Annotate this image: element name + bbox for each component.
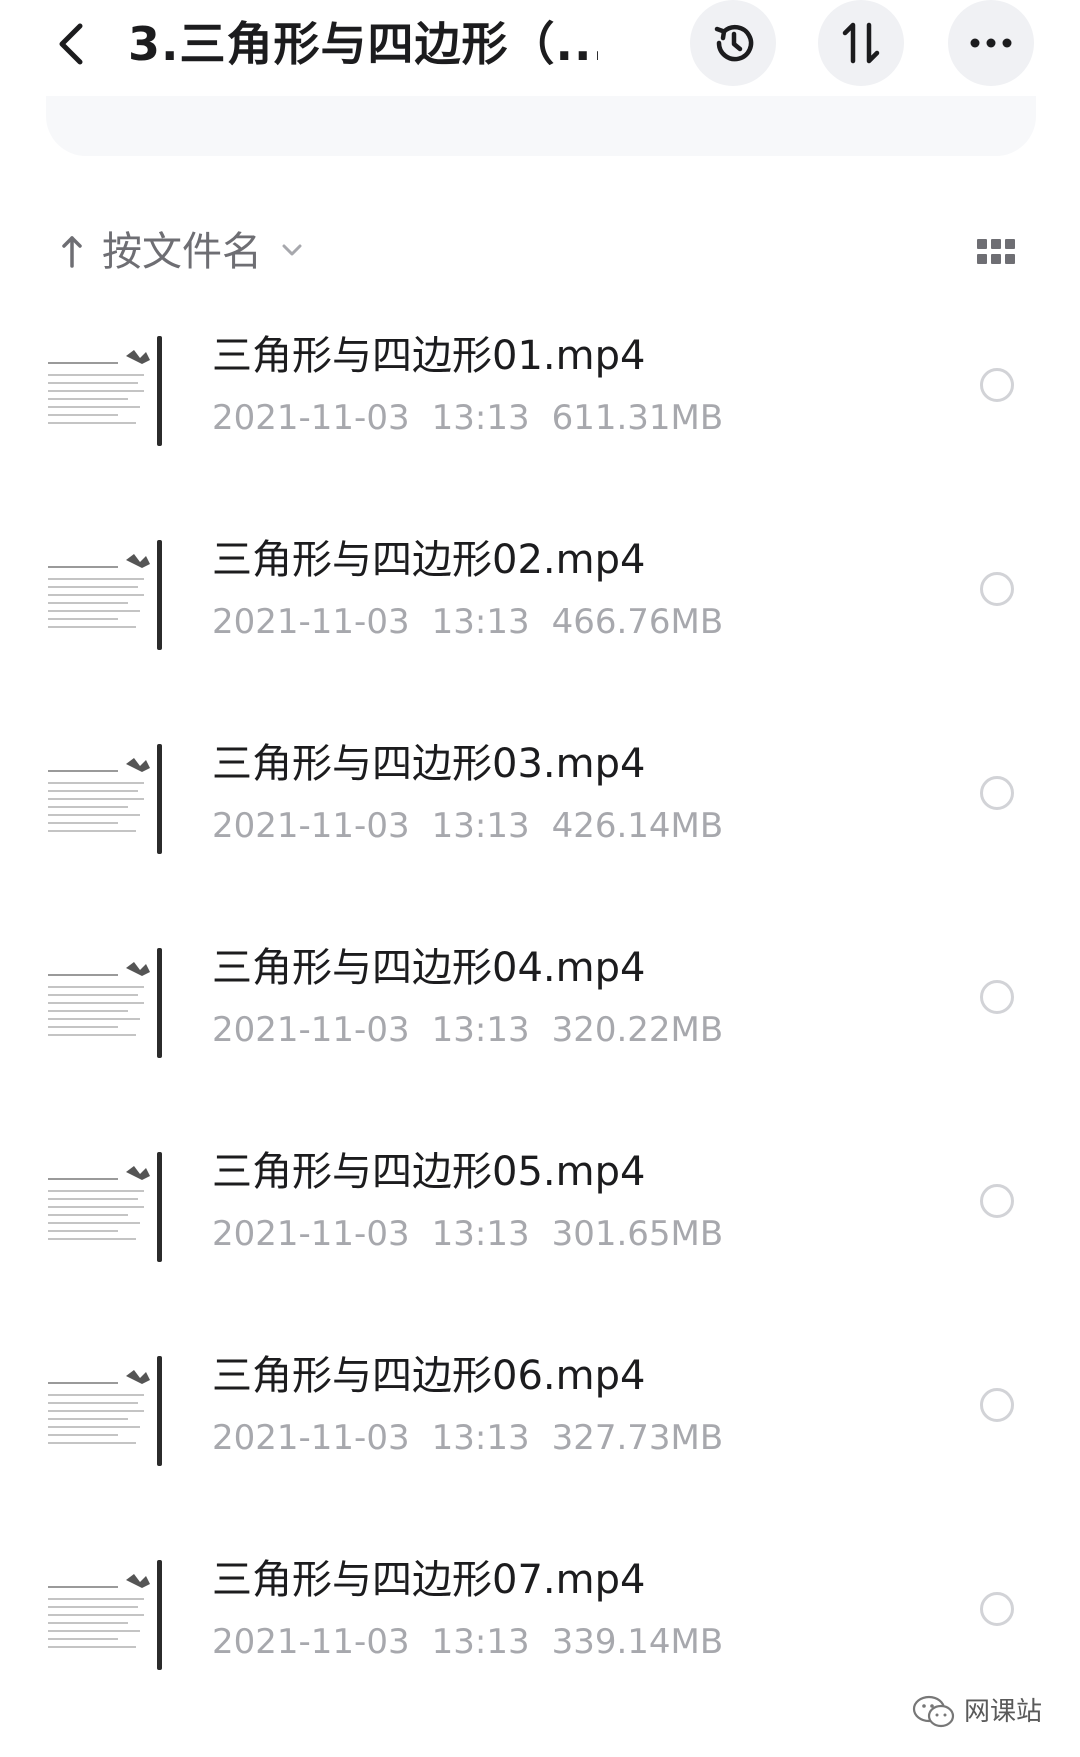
page-title: 3.三角形与四边形（... [128, 17, 598, 71]
video-thumbnail [46, 1356, 164, 1466]
video-thumbnail [46, 1560, 164, 1670]
file-meta: 2021-11-03 13:13 327.73MB [212, 1414, 745, 1462]
sort-dropdown[interactable] [276, 234, 308, 266]
file-size: 301.65MB [551, 1214, 724, 1254]
document-preview-icon [48, 962, 150, 1036]
more-button[interactable] [948, 0, 1034, 86]
chevron-left-icon [59, 23, 83, 65]
file-name: 三角形与四边形06.mp4 [212, 1353, 646, 1399]
file-name: 三角形与四边形01.mp4 [212, 333, 646, 379]
document-preview-icon [48, 1574, 150, 1648]
video-thumbnail [46, 948, 164, 1058]
wechat-icon [912, 1695, 955, 1728]
search-card[interactable] [46, 96, 1036, 156]
select-checkbox[interactable] [980, 368, 1014, 402]
file-meta: 2021-11-03 13:13 339.14MB [212, 1618, 745, 1666]
file-meta: 2021-11-03 13:13 466.76MB [212, 598, 745, 646]
more-horizontal-icon [970, 38, 1012, 48]
file-size: 339.14MB [551, 1622, 724, 1662]
select-checkbox[interactable] [980, 776, 1014, 810]
file-name: 三角形与四边形05.mp4 [212, 1149, 646, 1195]
file-name: 三角形与四边形04.mp4 [212, 945, 646, 991]
file-size: 320.22MB [551, 1010, 724, 1050]
file-row[interactable]: 三角形与四边形02.mp4 2021-11-03 13:13 466.76MB [0, 522, 1080, 726]
select-checkbox[interactable] [980, 1592, 1014, 1626]
file-time: 13:13 [431, 1010, 530, 1050]
sort-direction-button[interactable] [56, 230, 88, 274]
file-row[interactable]: 三角形与四边形05.mp4 2021-11-03 13:13 301.65MB [0, 1134, 1080, 1338]
file-meta: 2021-11-03 13:13 611.31MB [212, 394, 745, 442]
thumbnail-edge [157, 336, 162, 446]
file-name: 三角形与四边形02.mp4 [212, 537, 646, 583]
thumbnail-edge [157, 744, 162, 854]
file-row[interactable]: 三角形与四边形01.mp4 2021-11-03 13:13 611.31MB [0, 318, 1080, 522]
file-name: 三角形与四边形03.mp4 [212, 741, 646, 787]
thumbnail-edge [157, 948, 162, 1058]
file-size: 466.76MB [551, 602, 724, 642]
file-time: 13:13 [431, 1418, 530, 1458]
file-row[interactable]: 三角形与四边形03.mp4 2021-11-03 13:13 426.14MB [0, 726, 1080, 930]
file-size: 426.14MB [551, 806, 724, 846]
file-date: 2021-11-03 [212, 602, 410, 642]
document-preview-icon [48, 758, 150, 832]
chevron-down-icon [282, 244, 302, 256]
grid-view-icon [977, 239, 1015, 264]
thumbnail-edge [157, 1152, 162, 1262]
file-date: 2021-11-03 [212, 1214, 410, 1254]
file-date: 2021-11-03 [212, 1418, 410, 1458]
document-preview-icon [48, 350, 150, 424]
file-time: 13:13 [431, 1622, 530, 1662]
arrow-up-icon [62, 236, 82, 268]
file-date: 2021-11-03 [212, 1622, 410, 1662]
file-time: 13:13 [431, 806, 530, 846]
watermark: 网课站 [912, 1690, 1042, 1734]
select-checkbox[interactable] [980, 1388, 1014, 1422]
file-date: 2021-11-03 [212, 1010, 410, 1050]
select-checkbox[interactable] [980, 980, 1014, 1014]
top-bar: 3.三角形与四边形（... [0, 0, 1080, 100]
file-name: 三角形与四边形07.mp4 [212, 1557, 646, 1603]
video-thumbnail [46, 540, 164, 650]
file-meta: 2021-11-03 13:13 301.65MB [212, 1210, 745, 1258]
video-thumbnail [46, 1152, 164, 1262]
thumbnail-edge [157, 1560, 162, 1670]
document-preview-icon [48, 554, 150, 628]
file-date: 2021-11-03 [212, 398, 410, 438]
sort-bar: 按文件名 [0, 220, 1080, 284]
sort-updown-icon [842, 22, 880, 64]
history-clock-icon [714, 24, 754, 62]
file-size: 611.31MB [551, 398, 724, 438]
sort-button[interactable] [818, 0, 904, 86]
video-thumbnail [46, 336, 164, 446]
document-preview-icon [48, 1370, 150, 1444]
file-time: 13:13 [431, 602, 530, 642]
file-meta: 2021-11-03 13:13 426.14MB [212, 802, 745, 850]
thumbnail-edge [157, 1356, 162, 1466]
file-row[interactable]: 三角形与四边形04.mp4 2021-11-03 13:13 320.22MB [0, 930, 1080, 1134]
select-checkbox[interactable] [980, 1184, 1014, 1218]
watermark-text: 网课站 [964, 1697, 1043, 1727]
select-checkbox[interactable] [980, 572, 1014, 606]
video-thumbnail [46, 744, 164, 854]
sort-by-label[interactable]: 按文件名 [102, 224, 262, 280]
history-button[interactable] [690, 0, 776, 86]
file-time: 13:13 [431, 1214, 530, 1254]
file-size: 327.73MB [551, 1418, 724, 1458]
file-time: 13:13 [431, 398, 530, 438]
back-button[interactable] [44, 16, 100, 72]
view-toggle-button[interactable] [976, 234, 1016, 270]
file-row[interactable]: 三角形与四边形06.mp4 2021-11-03 13:13 327.73MB [0, 1338, 1080, 1542]
file-list: 三角形与四边形01.mp4 2021-11-03 13:13 611.31MB 三角… [0, 318, 1080, 1746]
file-date: 2021-11-03 [212, 806, 410, 846]
thumbnail-edge [157, 540, 162, 650]
file-meta: 2021-11-03 13:13 320.22MB [212, 1006, 745, 1054]
document-preview-icon [48, 1166, 150, 1240]
